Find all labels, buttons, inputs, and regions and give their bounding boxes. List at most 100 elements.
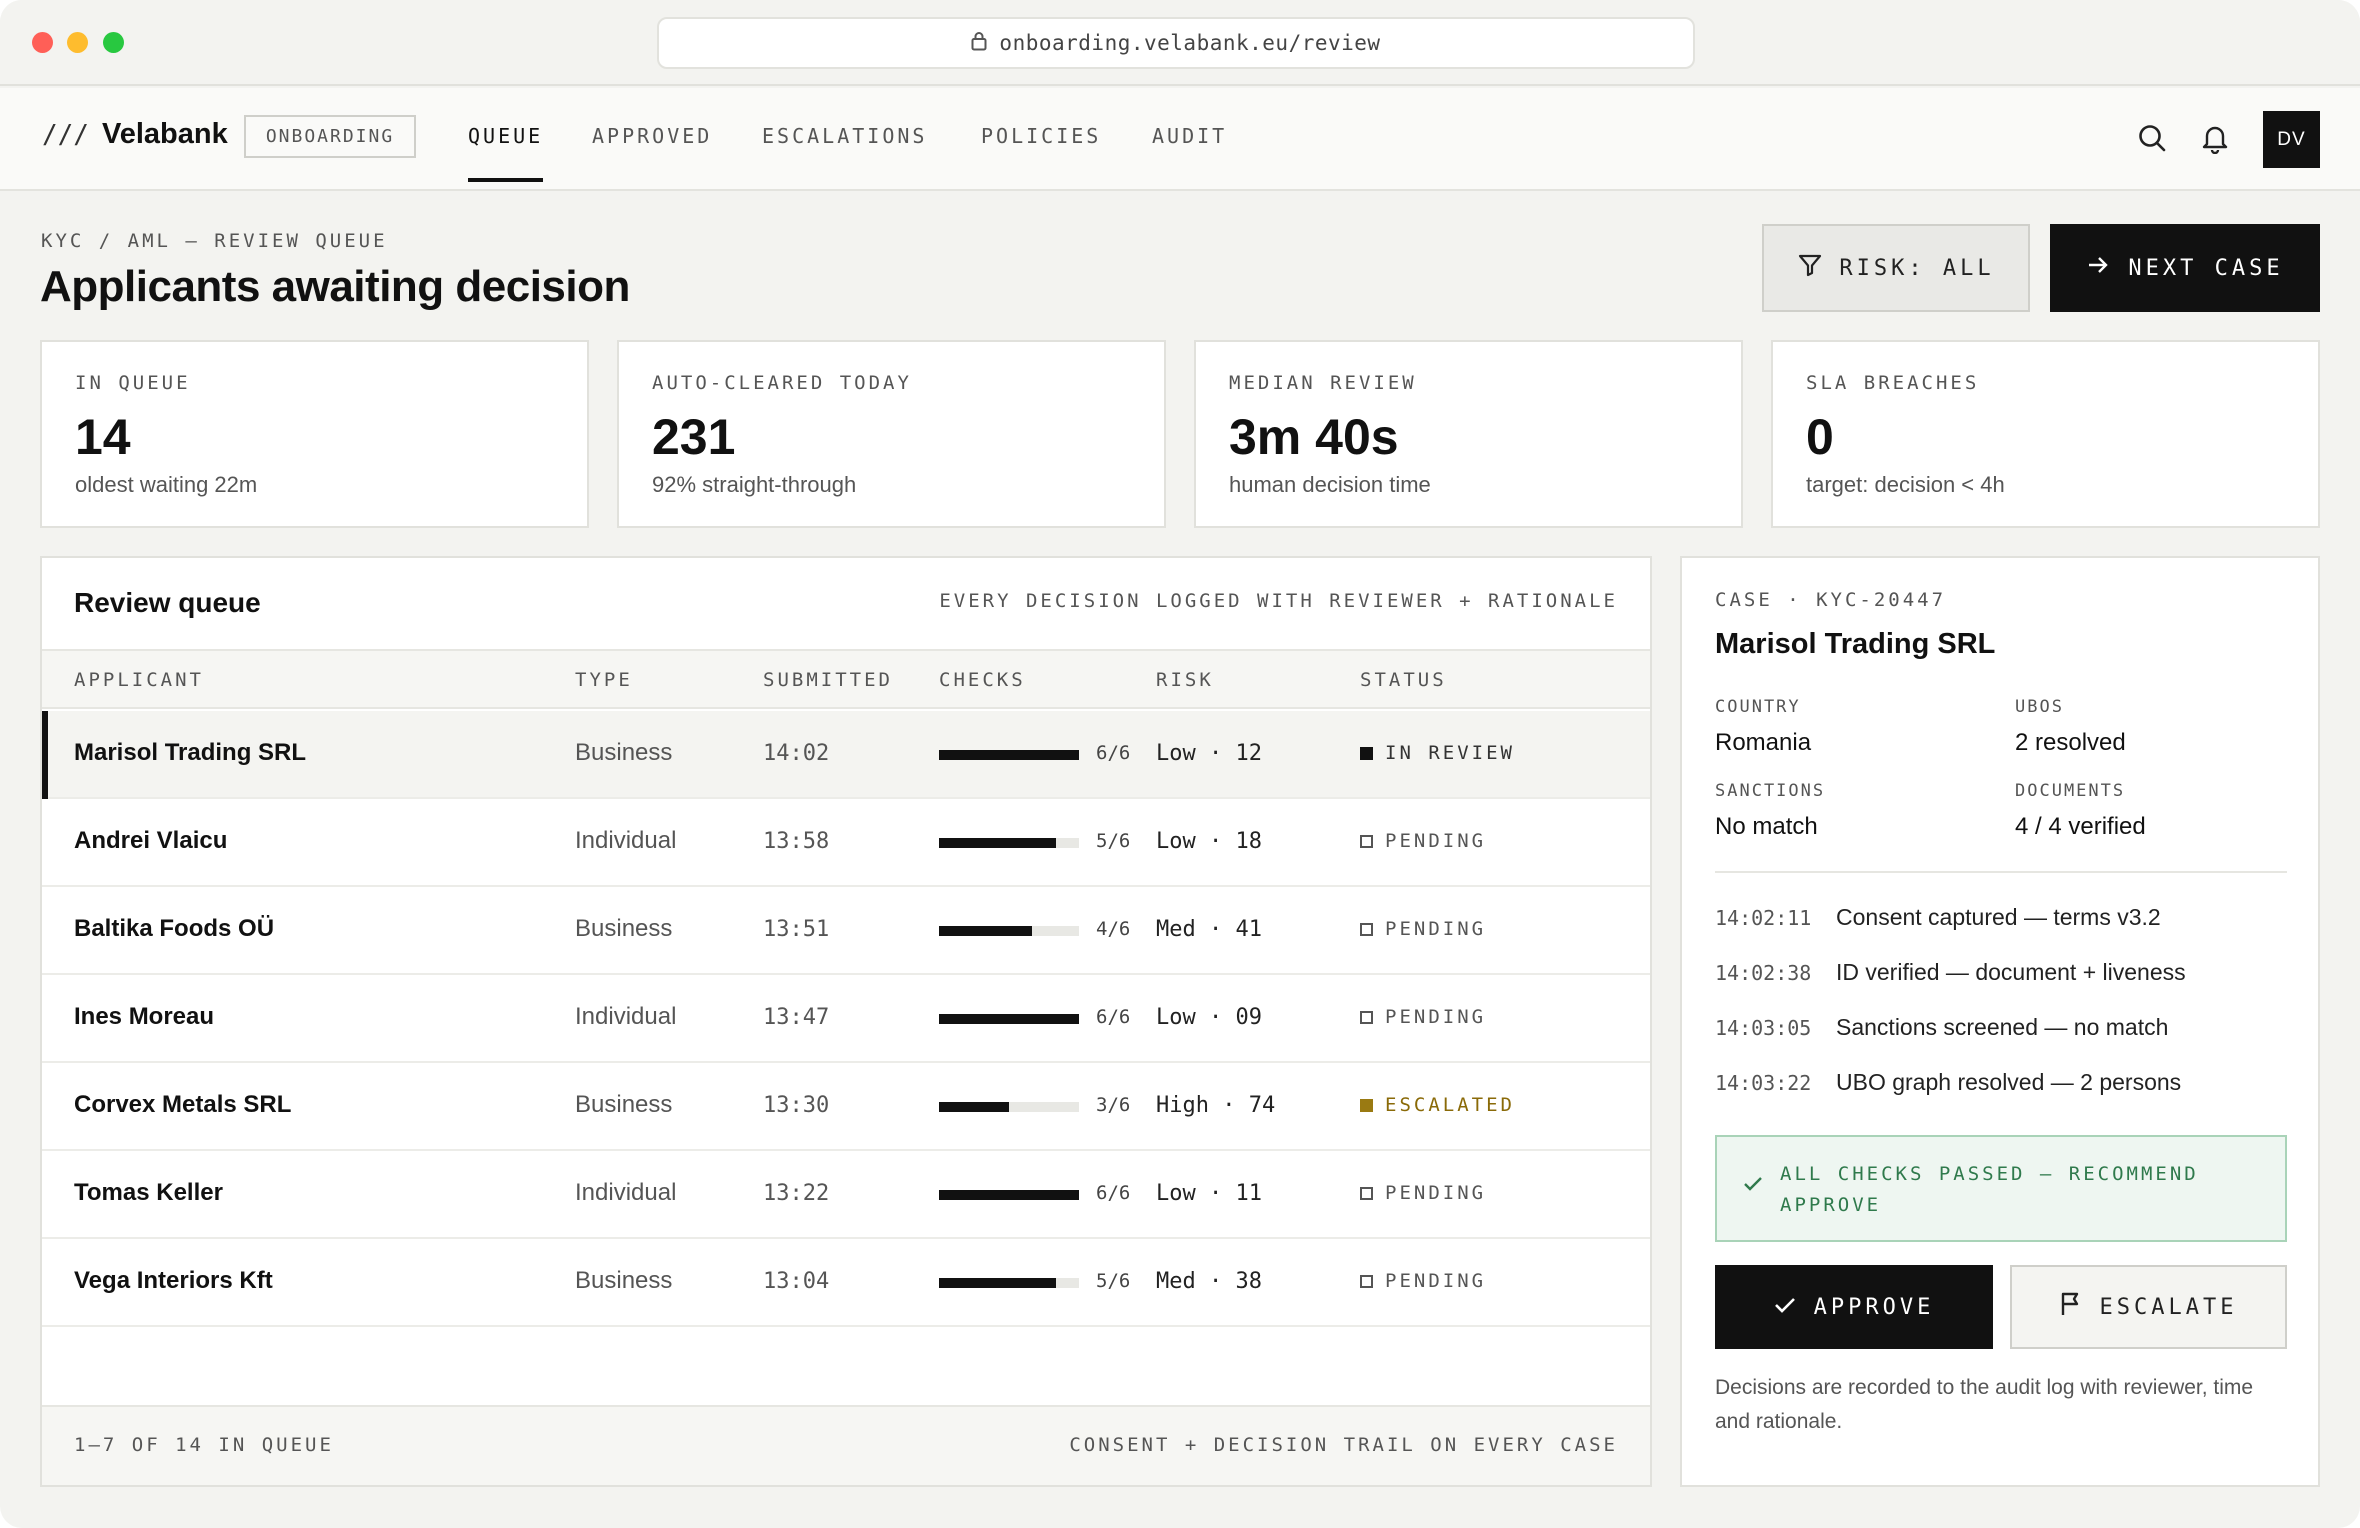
table-header: APPLICANT TYPE SUBMITTED CHECKS RISK STA… <box>42 649 1650 709</box>
risk-score: Low · 18 <box>1156 829 1262 854</box>
field-label-documents: DOCUMENTS <box>2015 781 2126 801</box>
status-square-icon <box>1360 834 1373 848</box>
queue-title: Review queue <box>74 587 261 618</box>
stat-value: 3m 40s <box>1229 409 1399 465</box>
browser-window: onboarding.velabank.eu/review /// Velaba… <box>0 0 2360 1528</box>
status-label: PENDING <box>1385 1270 1487 1292</box>
checks-progress-fill <box>939 838 1056 848</box>
tab-queue[interactable]: QUEUE <box>468 124 544 182</box>
approve-button[interactable]: APPROVE <box>1715 1265 1993 1349</box>
table-row[interactable]: Marisol Trading SRL Business 14:02 6/6 Low ·… <box>42 711 1650 799</box>
queue-note: EVERY DECISION LOGGED WITH REVIEWER + RA… <box>939 590 1618 612</box>
column-type[interactable]: TYPE <box>575 669 633 691</box>
status-square-icon <box>1360 1274 1373 1288</box>
page-title: Applicants awaiting decision <box>40 262 630 311</box>
applicant-type: Individual <box>575 827 677 854</box>
address-bar[interactable]: onboarding.velabank.eu/review <box>657 17 1695 69</box>
minimize-dot[interactable] <box>67 32 88 53</box>
tab-policies[interactable]: POLICIES <box>981 124 1101 178</box>
tab-escalations[interactable]: ESCALATIONS <box>762 124 927 178</box>
review-queue-panel: Review queue EVERY DECISION LOGGED WITH … <box>40 556 1652 1487</box>
stat-sub: oldest waiting 22m <box>75 472 258 497</box>
checks-progress-bar <box>939 926 1079 936</box>
divider <box>1715 871 2287 873</box>
avatar[interactable]: DV <box>2263 111 2320 168</box>
column-applicant[interactable]: APPLICANT <box>74 669 204 691</box>
field-label-ubos: UBOS <box>2015 697 2064 717</box>
column-status[interactable]: STATUS <box>1360 669 1447 691</box>
applicant-name: Baltika Foods OÜ <box>74 915 275 942</box>
brand-name[interactable]: Velabank <box>102 118 228 151</box>
search-icon[interactable] <box>2134 120 2170 156</box>
check-icon <box>1774 1295 1796 1320</box>
submitted-time: 13:04 <box>763 1269 830 1294</box>
table-row[interactable]: Tomas Keller Individual 13:22 6/6 Low · 11 PE… <box>42 1151 1650 1239</box>
checks-progress-fill <box>939 1014 1079 1024</box>
field-label-country: COUNTRY <box>1715 697 1801 717</box>
breadcrumb: KYC / AML — REVIEW QUEUE <box>41 230 388 252</box>
status-square-icon <box>1360 1010 1373 1024</box>
table-row[interactable]: Vega Interiors Kft Business 13:04 5/6 Med · … <box>42 1239 1650 1327</box>
applicant-name: Tomas Keller <box>74 1179 223 1206</box>
stat-label: AUTO-CLEARED TODAY <box>652 372 912 394</box>
checks-count: 6/6 <box>1096 742 1131 764</box>
column-submitted[interactable]: SUBMITTED <box>763 669 893 691</box>
stat-label: IN QUEUE <box>75 372 191 394</box>
applicant-type: Individual <box>575 1179 677 1206</box>
brand-mark: /// <box>42 120 89 150</box>
checks-count: 6/6 <box>1096 1182 1131 1204</box>
risk-filter-label: RISK: ALL <box>1839 255 1995 281</box>
next-case-button[interactable]: NEXT CASE <box>2050 224 2320 312</box>
status-square-icon <box>1360 922 1373 936</box>
case-title: Marisol Trading SRL <box>1715 628 1996 660</box>
status-label: PENDING <box>1385 830 1487 852</box>
table-row[interactable]: Corvex Metals SRL Business 13:30 3/6 High · … <box>42 1063 1650 1151</box>
bell-icon[interactable] <box>2197 120 2233 156</box>
check-icon <box>1743 1176 1763 1197</box>
column-risk[interactable]: RISK <box>1156 669 1214 691</box>
stat-value: 14 <box>75 409 131 465</box>
submitted-time: 13:58 <box>763 829 830 854</box>
status-badge: PENDING <box>1360 1270 1486 1292</box>
recommendation-text: ALL CHECKS PASSED — RECOMMEND APPROVE <box>1780 1163 2199 1216</box>
applicant-type: Individual <box>575 1003 677 1030</box>
field-label-sanctions: SANCTIONS <box>1715 781 1826 801</box>
close-dot[interactable] <box>32 32 53 53</box>
stat-card-auto-cleared: AUTO-CLEARED TODAY 231 92% straight-thro… <box>617 340 1166 528</box>
recommendation-banner: ALL CHECKS PASSED — RECOMMEND APPROVE <box>1715 1135 2287 1242</box>
event-description: UBO graph resolved — 2 persons <box>1836 1069 2182 1095</box>
applicant-name: Vega Interiors Kft <box>74 1267 273 1294</box>
risk-filter-button[interactable]: RISK: ALL <box>1762 224 2030 312</box>
table-row[interactable]: Andrei Vlaicu Individual 13:58 5/6 Low · 18 P… <box>42 799 1650 887</box>
checks-progress-fill <box>939 1190 1079 1200</box>
stat-sub: 92% straight-through <box>652 472 857 497</box>
checks-progress-bar <box>939 838 1079 848</box>
checks-progress-fill <box>939 1278 1056 1288</box>
event-description: Consent captured — terms v3.2 <box>1836 904 2161 930</box>
risk-score: Low · 11 <box>1156 1181 1262 1206</box>
applicant-type: Business <box>575 739 673 766</box>
status-label: PENDING <box>1385 1182 1487 1204</box>
status-label: ESCALATED <box>1385 1094 1515 1116</box>
event-time: 14:03:22 <box>1715 1071 1812 1095</box>
tab-audit[interactable]: AUDIT <box>1152 124 1227 178</box>
escalate-button[interactable]: ESCALATE <box>2010 1265 2287 1349</box>
field-value-documents: 4 / 4 verified <box>2015 813 2146 840</box>
submitted-time: 13:30 <box>763 1093 830 1118</box>
column-checks[interactable]: CHECKS <box>939 669 1026 691</box>
url-text: onboarding.velabank.eu/review <box>999 31 1381 55</box>
checks-count: 3/6 <box>1096 1094 1131 1116</box>
table-row[interactable]: Baltika Foods OÜ Business 13:51 4/6 Med · 41… <box>42 887 1650 975</box>
product-tag: ONBOARDING <box>244 115 416 158</box>
tab-approved[interactable]: APPROVED <box>592 124 712 178</box>
selected-indicator <box>42 711 48 799</box>
field-value-country: Romania <box>1715 729 1812 756</box>
stat-card-median-review: MEDIAN REVIEW 3m 40s human decision time <box>1194 340 1743 528</box>
event-time: 14:02:38 <box>1715 961 1812 985</box>
status-badge: IN REVIEW <box>1360 742 1515 764</box>
case-id: CASE · KYC-20447 <box>1715 589 1947 611</box>
checks-progress-bar <box>939 750 1079 760</box>
table-row[interactable]: Ines Moreau Individual 13:47 6/6 Low · 09 PEN… <box>42 975 1650 1063</box>
applicant-name: Marisol Trading SRL <box>74 739 307 766</box>
maximize-dot[interactable] <box>103 32 124 53</box>
